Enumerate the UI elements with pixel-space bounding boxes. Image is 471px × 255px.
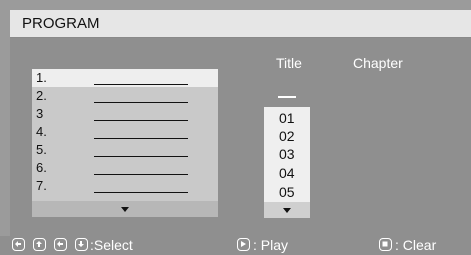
title-item-label: 04 [279,165,295,181]
title-item-label: 02 [279,128,295,144]
down-triangle-icon [121,207,129,212]
program-slot-2[interactable]: 2. [32,87,218,105]
title-column-header: Title [276,55,302,71]
title-item-05[interactable]: 05 [264,183,310,201]
program-slot-blank [94,156,188,157]
title-bar: PROGRAM [10,10,471,38]
left-arrow-icon [54,238,67,251]
stop-icon [379,238,392,251]
title-item-label: 03 [279,146,295,162]
program-slot-number: 6. [36,160,47,175]
title-item-04[interactable]: 04 [264,164,310,182]
window-title: PROGRAM [22,15,100,32]
down-arrow-icon [75,238,88,251]
title-item-03[interactable]: 03 [264,145,310,163]
title-placeholder-dash [278,96,296,98]
program-slot-number: 4. [36,124,47,139]
program-slot-5[interactable]: 5. [32,141,218,159]
up-arrow-icon [33,238,46,251]
program-slot-blank [94,102,188,103]
play-icon [237,238,250,251]
program-slot-number: 2. [36,88,47,103]
chapter-column-header: Chapter [353,55,403,71]
program-slot-number: 7. [36,178,47,193]
title-scroll-down-button[interactable] [264,202,310,218]
left-arrow-icon [12,238,25,251]
select-hint-label: :Select [90,237,133,253]
key-hint-bar: :Select : Play : Clear [0,236,471,255]
program-slot-6[interactable]: 6. [32,159,218,177]
play-hint-label: : Play [253,237,289,253]
program-list: 1. 2. 3 4. 5. 6. 7. [32,69,218,217]
program-slot-number: 1. [36,70,47,85]
program-slot-blank [94,192,188,193]
down-triangle-icon [283,208,291,213]
program-scroll-down-button[interactable] [32,201,218,217]
program-slot-1[interactable]: 1. [32,69,218,87]
program-slot-blank [94,120,188,121]
clear-hint-label: : Clear [395,237,437,253]
title-item-label: 05 [279,184,295,200]
program-slot-7[interactable]: 7. [32,177,218,195]
title-item-label: 01 [279,110,295,126]
program-slot-number: 3 [36,106,44,121]
title-item-02[interactable]: 02 [264,127,310,145]
program-slot-blank [94,138,188,139]
program-slot-blank [94,84,188,85]
program-slot-number: 5. [36,142,47,157]
title-list: 01 02 03 04 05 [264,107,310,218]
program-slot-3[interactable]: 3 [32,105,218,123]
program-slot-blank [94,174,188,175]
program-slot-4[interactable]: 4. [32,123,218,141]
title-item-01[interactable]: 01 [264,109,310,127]
